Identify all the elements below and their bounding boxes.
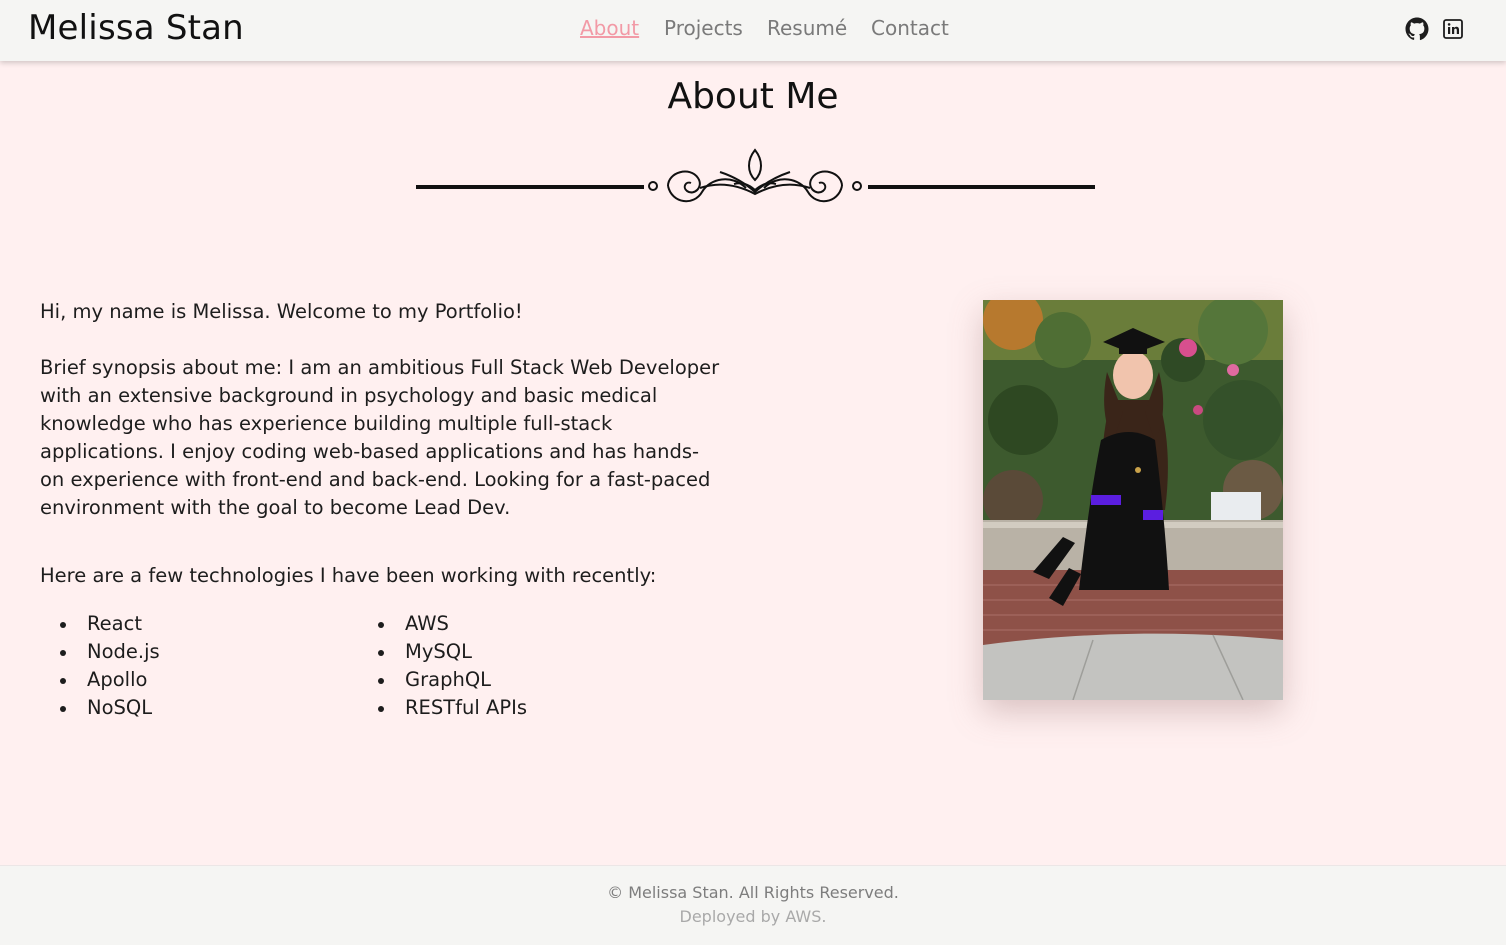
nav-link-resume[interactable]: Resumé xyxy=(767,16,847,40)
ornamental-divider xyxy=(416,148,1095,202)
nav-link-contact[interactable]: Contact xyxy=(871,16,949,40)
footer-copyright: © Melissa Stan. All Rights Reserved. xyxy=(607,883,899,902)
profile-photo xyxy=(983,300,1283,700)
footer: © Melissa Stan. All Rights Reserved. Dep… xyxy=(0,865,1506,945)
tech-item: RESTful APIs xyxy=(378,694,527,722)
tech-lists: React Node.js Apollo NoSQL AWS MySQL Gra… xyxy=(40,610,720,722)
tech-list-2: AWS MySQL GraphQL RESTful APIs xyxy=(378,610,527,722)
synopsis-text: Brief synopsis about me: I am an ambitio… xyxy=(40,356,720,519)
tech-item: MySQL xyxy=(378,638,527,666)
tech-item: React xyxy=(60,610,160,638)
footer-deployed: Deployed by AWS. xyxy=(679,907,827,926)
linkedin-icon[interactable] xyxy=(1443,19,1463,43)
nav-links: About Projects Resumé Contact xyxy=(0,16,1506,44)
nav-link-about[interactable]: About xyxy=(580,16,639,40)
tech-item: Apollo xyxy=(60,666,160,694)
tech-item: AWS xyxy=(378,610,527,638)
greeting-text: Hi, my name is Melissa. Welcome to my Po… xyxy=(40,300,523,323)
tech-item: NoSQL xyxy=(60,694,160,722)
tech-list-1: React Node.js Apollo NoSQL xyxy=(60,610,160,722)
bio-section: Hi, my name is Melissa. Welcome to my Po… xyxy=(40,298,720,722)
page-title: About Me xyxy=(667,76,839,117)
tech-intro-text: Here are a few technologies I have been … xyxy=(40,564,657,587)
tech-item: GraphQL xyxy=(378,666,527,694)
navbar: Melissa Stan About Projects Resumé Conta… xyxy=(0,0,1506,61)
github-icon[interactable] xyxy=(1405,17,1429,45)
nav-link-projects[interactable]: Projects xyxy=(664,16,743,40)
tech-item: Node.js xyxy=(60,638,160,666)
